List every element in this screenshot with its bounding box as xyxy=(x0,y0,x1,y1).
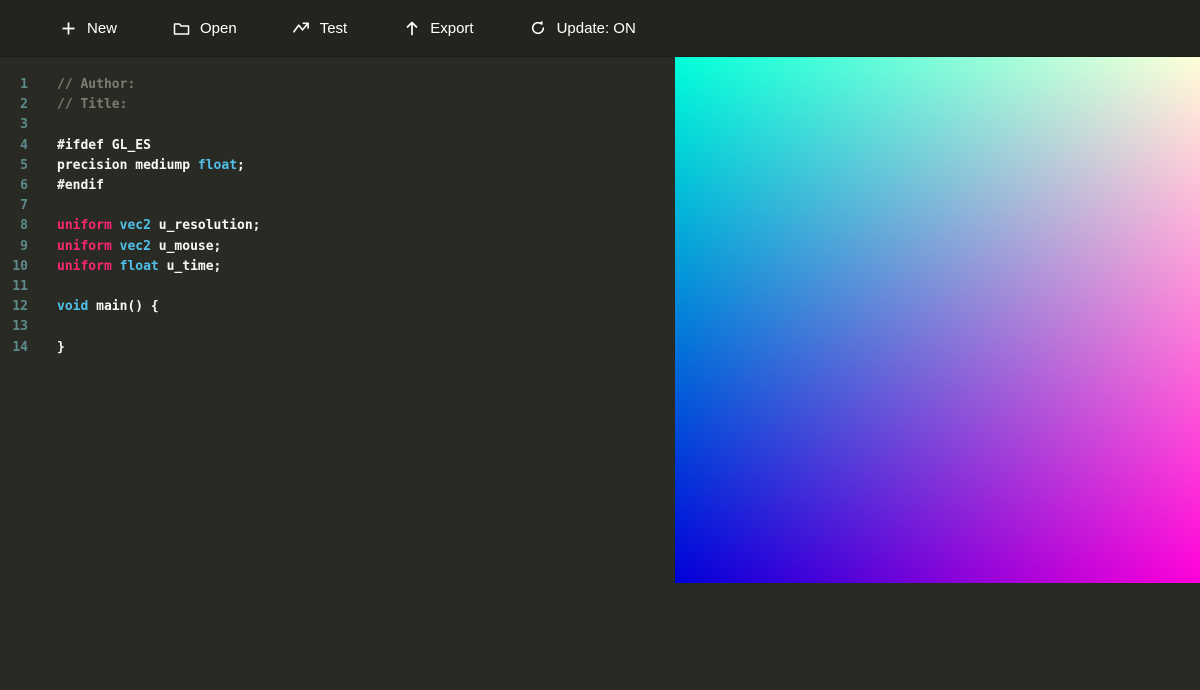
code-text: // Author: xyxy=(57,75,135,95)
code-token-type: float xyxy=(197,157,238,173)
line-number: 8 xyxy=(20,218,28,234)
line-number: 12 xyxy=(12,299,28,315)
open-button-label: Open xyxy=(200,19,237,37)
code-text: #ifdef GL_ES xyxy=(57,136,151,156)
code-text: uniform float u_time; xyxy=(57,257,221,277)
line-number: 5 xyxy=(20,157,28,173)
test-button[interactable]: Test xyxy=(292,19,348,37)
code-token-plain: u_time; xyxy=(158,258,222,274)
code-token-keyword: uniform xyxy=(57,238,112,254)
code-token-keyword: uniform xyxy=(57,258,112,274)
code-token-comment: // Author: xyxy=(57,77,136,92)
code-text: uniform vec2 u_resolution; xyxy=(57,216,261,236)
update-toggle-button[interactable]: Update: ON xyxy=(530,20,636,37)
code-text: precision mediump float; xyxy=(57,156,245,176)
code-token-plain: main() { xyxy=(88,299,159,315)
line-number: 3 xyxy=(20,117,28,133)
line-number: 11 xyxy=(12,279,28,295)
line-number: 9 xyxy=(20,238,28,254)
plus-icon xyxy=(60,20,77,37)
code-token-preproc: #ifdef GL_ES xyxy=(57,137,151,153)
code-token-preproc: #endif xyxy=(57,178,104,194)
code-token-plain: ; xyxy=(237,157,245,173)
graph-icon xyxy=(292,20,310,37)
export-button-label: Export xyxy=(430,19,474,37)
line-number: 4 xyxy=(20,137,28,153)
code-token-type: vec2 xyxy=(119,218,151,234)
code-token-plain: u_mouse; xyxy=(150,238,222,254)
line-number: 6 xyxy=(20,178,28,194)
test-button-label: Test xyxy=(319,19,348,37)
code-text: // Title: xyxy=(57,95,127,115)
open-button[interactable]: Open xyxy=(173,20,237,37)
refresh-icon xyxy=(530,20,547,37)
shader-preview-canvas[interactable] xyxy=(675,57,1200,583)
code-text: #endif xyxy=(57,176,104,196)
code-token-plain: precision mediump xyxy=(57,157,198,173)
line-number: 1 xyxy=(20,77,28,92)
new-button[interactable]: New xyxy=(60,20,117,37)
code-token-plain: u_resolution; xyxy=(150,218,261,234)
line-number: 14 xyxy=(12,339,28,355)
line-number: 13 xyxy=(12,319,28,335)
line-number: 10 xyxy=(12,258,28,274)
code-token-comment: // Title: xyxy=(57,97,128,113)
code-text: void main() { xyxy=(57,297,159,317)
line-number: 7 xyxy=(20,198,28,214)
arrow-up-icon xyxy=(403,20,420,37)
code-token-type: void xyxy=(57,299,89,315)
line-number: 2 xyxy=(20,97,28,113)
new-button-label: New xyxy=(87,19,118,37)
code-text: uniform vec2 u_mouse; xyxy=(57,237,221,257)
folder-icon xyxy=(173,20,190,37)
export-button[interactable]: Export xyxy=(403,19,474,37)
code-text: } xyxy=(57,338,65,358)
code-token-type: vec2 xyxy=(119,238,151,254)
update-toggle-label: Update: ON xyxy=(556,19,636,37)
code-token-plain: } xyxy=(57,339,65,355)
code-token-type: float xyxy=(119,258,159,274)
toolbar: New Open Test Export Update: ON xyxy=(0,0,1200,57)
code-token-keyword: uniform xyxy=(57,218,112,234)
